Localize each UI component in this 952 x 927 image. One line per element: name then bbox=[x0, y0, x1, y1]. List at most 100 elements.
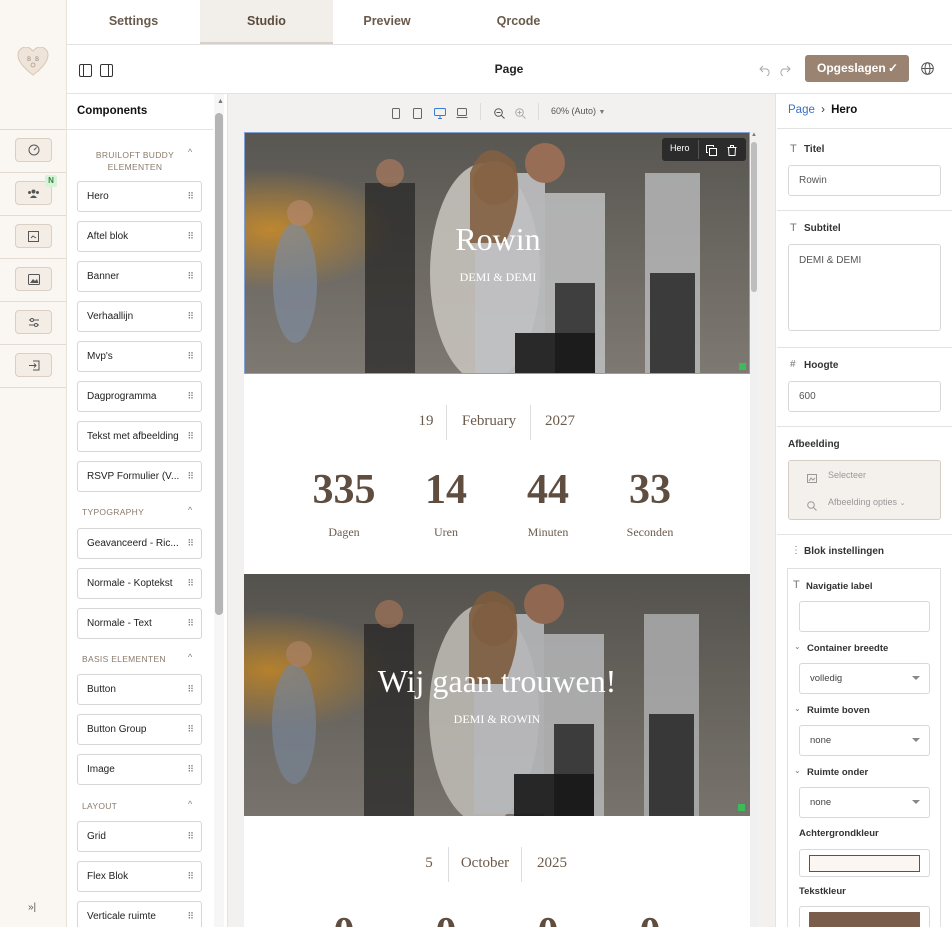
vertical-dots-icon[interactable]: ⋮ bbox=[791, 545, 801, 556]
drag-handle-icon[interactable]: ⠿ bbox=[187, 222, 194, 251]
ruimte-onder-value: none bbox=[810, 797, 832, 808]
component-label: Button bbox=[87, 684, 116, 695]
drag-handle-icon[interactable]: ⠿ bbox=[187, 609, 194, 638]
drag-handle-icon[interactable]: ⠿ bbox=[187, 822, 194, 851]
tab-qrcode[interactable]: Qrcode bbox=[441, 0, 596, 44]
ruimte-onder-select[interactable]: none bbox=[799, 787, 930, 818]
toggle-right-panel-icon[interactable] bbox=[100, 64, 113, 82]
scrollbar-thumb[interactable] bbox=[215, 113, 223, 615]
redo-icon[interactable] bbox=[778, 63, 791, 81]
component-verticale-ruimte[interactable]: Verticale ruimte ⠿ bbox=[77, 901, 202, 927]
component-verhaallijn[interactable]: Verhaallijn ⠿ bbox=[77, 301, 202, 332]
resize-handle[interactable] bbox=[739, 363, 746, 370]
hero-section-2[interactable]: Wij gaan trouwen! DEMI & ROWIN bbox=[244, 574, 750, 816]
countdown-hours-value: 14 bbox=[425, 467, 467, 513]
gallery-button[interactable] bbox=[15, 267, 52, 291]
component-banner[interactable]: Banner ⠿ bbox=[77, 261, 202, 292]
chevron-up-icon[interactable]: ^ bbox=[188, 505, 192, 515]
component-flex-blok[interactable]: Flex Blok ⠿ bbox=[77, 861, 202, 892]
selecteer-button[interactable]: Selecteer bbox=[828, 470, 866, 480]
save-label: Opgeslagen bbox=[817, 61, 886, 75]
section-title-layout[interactable]: LAYOUT bbox=[82, 801, 117, 811]
component-text[interactable]: Normale - Text ⠿ bbox=[77, 608, 202, 639]
duplicate-icon[interactable] bbox=[706, 143, 717, 161]
chevron-up-icon[interactable]: ^ bbox=[188, 652, 192, 662]
hero-section[interactable]: Rowin DEMI & DEMI Hero bbox=[244, 132, 750, 374]
divider bbox=[777, 534, 952, 535]
chevron-down-icon[interactable]: ⌄ bbox=[794, 704, 801, 713]
component-button-group[interactable]: Button Group ⠿ bbox=[77, 714, 202, 745]
chevron-up-icon[interactable]: ^ bbox=[188, 147, 192, 157]
scrollbar-thumb[interactable] bbox=[751, 142, 757, 292]
component-aftel-blok[interactable]: Aftel blok ⠿ bbox=[77, 221, 202, 252]
component-hero[interactable]: Hero ⠿ bbox=[77, 181, 202, 212]
component-rsvp-formulier[interactable]: RSVP Formulier (V... ⠿ bbox=[77, 461, 202, 492]
component-koptekst[interactable]: Normale - Koptekst ⠿ bbox=[77, 568, 202, 599]
section-title-typography[interactable]: TYPOGRAPHY bbox=[82, 507, 144, 517]
drag-handle-icon[interactable]: ⠿ bbox=[187, 715, 194, 744]
blok-instellingen-label[interactable]: Blok instellingen bbox=[804, 546, 884, 557]
trash-icon[interactable] bbox=[727, 143, 737, 161]
expand-sidebar-icon[interactable]: »| bbox=[28, 902, 36, 913]
drag-handle-icon[interactable]: ⠿ bbox=[187, 262, 194, 291]
component-button[interactable]: Button ⠿ bbox=[77, 674, 202, 705]
zoom-out-icon[interactable] bbox=[494, 106, 505, 124]
undo-icon[interactable] bbox=[759, 63, 772, 81]
component-tekst-met-afbeelding[interactable]: Tekst met afbeelding ⠿ bbox=[77, 421, 202, 452]
scroll-up-icon[interactable]: ▲ bbox=[751, 132, 757, 138]
subtitel-textarea[interactable]: DEMI & DEMI bbox=[788, 244, 941, 331]
chevron-up-icon[interactable]: ^ bbox=[188, 799, 192, 809]
resize-handle[interactable] bbox=[738, 804, 745, 811]
components-scrollbar[interactable]: ▲ bbox=[214, 94, 224, 927]
hoogte-input[interactable]: 600 bbox=[788, 381, 941, 412]
logout-button[interactable] bbox=[15, 353, 52, 377]
component-grid[interactable]: Grid ⠿ bbox=[77, 821, 202, 852]
component-dagprogramma[interactable]: Dagprogramma ⠿ bbox=[77, 381, 202, 412]
drag-handle-icon[interactable]: ⠿ bbox=[187, 755, 194, 784]
laptop-device-icon[interactable] bbox=[456, 106, 468, 124]
text-type-icon: T bbox=[790, 143, 797, 155]
ruimte-boven-select[interactable]: none bbox=[799, 725, 930, 756]
scroll-up-icon[interactable]: ▲ bbox=[217, 98, 224, 105]
desktop-device-icon[interactable] bbox=[434, 106, 446, 124]
canvas-scrollbar[interactable]: ▲ bbox=[750, 132, 758, 927]
save-button[interactable]: Opgeslagen ✓ bbox=[805, 55, 909, 82]
tekstkleur-picker[interactable] bbox=[799, 906, 930, 927]
container-breedte-select[interactable]: volledig bbox=[799, 663, 930, 694]
drag-handle-icon[interactable]: ⠿ bbox=[187, 342, 194, 371]
drag-handle-icon[interactable]: ⠿ bbox=[187, 302, 194, 331]
component-image[interactable]: Image ⠿ bbox=[77, 754, 202, 785]
drag-handle-icon[interactable]: ⠿ bbox=[187, 902, 194, 927]
tablet-device-icon[interactable] bbox=[413, 106, 422, 124]
chevron-down-icon[interactable]: ⌄ bbox=[794, 642, 801, 651]
afbeelding-opties-button[interactable]: Afbeelding opties ⌄ bbox=[828, 497, 905, 507]
navigatie-label-input[interactable] bbox=[799, 601, 930, 632]
chevron-down-icon[interactable]: ⌄ bbox=[794, 766, 801, 775]
component-geavanceerd[interactable]: Geavanceerd - Ric... ⠿ bbox=[77, 528, 202, 559]
achtergrondkleur-picker[interactable] bbox=[799, 849, 930, 877]
tab-preview[interactable]: Preview bbox=[333, 0, 441, 44]
globe-icon[interactable] bbox=[921, 62, 934, 80]
settings-button[interactable] bbox=[15, 310, 52, 334]
tab-settings[interactable]: Settings bbox=[67, 0, 200, 44]
toggle-left-panel-icon[interactable] bbox=[79, 64, 92, 82]
titel-input[interactable]: Rowin bbox=[788, 165, 941, 196]
breadcrumb-page-link[interactable]: Page bbox=[788, 104, 815, 116]
drag-handle-icon[interactable]: ⠿ bbox=[187, 422, 194, 451]
drag-handle-icon[interactable]: ⠿ bbox=[187, 182, 194, 211]
dashboard-button[interactable] bbox=[15, 138, 52, 162]
editor-button[interactable] bbox=[15, 224, 52, 248]
drag-handle-icon[interactable]: ⠿ bbox=[187, 675, 194, 704]
drag-handle-icon[interactable]: ⠿ bbox=[187, 862, 194, 891]
drag-handle-icon[interactable]: ⠿ bbox=[187, 382, 194, 411]
section-title-basis[interactable]: BASIS ELEMENTEN bbox=[82, 654, 166, 664]
drag-handle-icon[interactable]: ⠿ bbox=[187, 462, 194, 491]
zoom-in-icon[interactable] bbox=[515, 106, 526, 124]
drag-handle-icon[interactable]: ⠿ bbox=[187, 529, 194, 558]
zoom-select[interactable]: 60% (Auto) ▼ bbox=[551, 106, 605, 116]
component-mvps[interactable]: Mvp's ⠿ bbox=[77, 341, 202, 372]
mobile-device-icon[interactable] bbox=[392, 106, 400, 124]
tab-studio[interactable]: Studio bbox=[200, 0, 333, 44]
section-title-bruiloft[interactable]: BRUILOFT BUDDY ELEMENTEN bbox=[89, 149, 181, 173]
drag-handle-icon[interactable]: ⠿ bbox=[187, 569, 194, 598]
